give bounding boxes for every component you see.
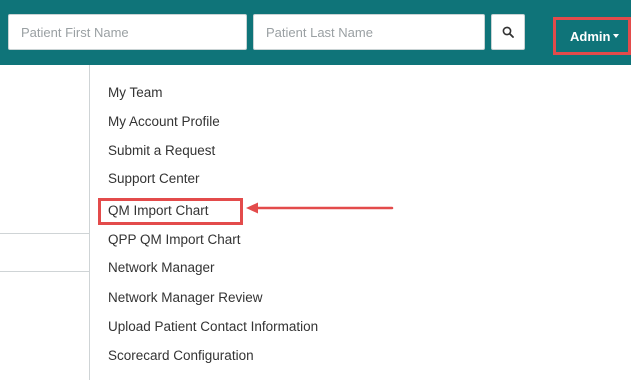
dropdown-menu-border bbox=[89, 65, 90, 380]
patient-last-name-input[interactable] bbox=[253, 14, 485, 50]
search-button[interactable] bbox=[491, 14, 525, 50]
menu-item-upload-patient-contact-information[interactable]: Upload Patient Contact Information bbox=[108, 318, 318, 336]
menu-item-submit-request[interactable]: Submit a Request bbox=[108, 142, 215, 160]
menu-item-support-center[interactable]: Support Center bbox=[108, 170, 200, 188]
background-divider bbox=[0, 271, 89, 272]
menu-item-network-manager-review[interactable]: Network Manager Review bbox=[108, 289, 263, 307]
menu-item-my-account-profile[interactable]: My Account Profile bbox=[108, 113, 220, 131]
admin-dropdown-button[interactable]: Admin bbox=[558, 22, 631, 50]
qm-import-chart-highlight-box bbox=[98, 198, 243, 225]
menu-item-scorecard-configuration[interactable]: Scorecard Configuration bbox=[108, 347, 254, 365]
patient-first-name-input[interactable] bbox=[8, 14, 247, 50]
admin-label: Admin bbox=[570, 28, 611, 44]
menu-item-qpp-qm-import-chart[interactable]: QPP QM Import Chart bbox=[108, 231, 241, 249]
background-divider bbox=[0, 233, 89, 234]
top-navbar: Admin bbox=[0, 0, 631, 65]
search-icon bbox=[502, 26, 514, 38]
menu-item-network-manager[interactable]: Network Manager bbox=[108, 259, 215, 277]
pointer-arrow-icon bbox=[246, 202, 394, 214]
caret-down-icon bbox=[613, 34, 620, 38]
menu-item-my-team[interactable]: My Team bbox=[108, 84, 163, 102]
